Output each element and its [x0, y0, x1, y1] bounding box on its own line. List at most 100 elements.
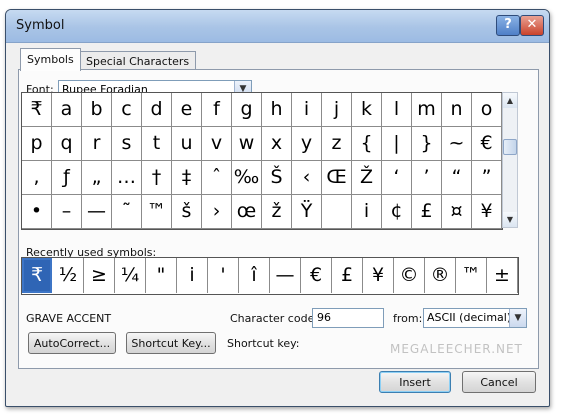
- character-code-field[interactable]: 96: [312, 308, 384, 328]
- symbol-cell[interactable]: “: [442, 161, 472, 195]
- symbol-cell[interactable]: b: [82, 93, 112, 127]
- symbol-cell[interactable]: o: [472, 93, 502, 127]
- symbol-cell[interactable]: v: [202, 127, 232, 161]
- recent-symbol-cell[interactable]: ©: [394, 258, 425, 293]
- symbol-cell[interactable]: €: [472, 127, 502, 161]
- scroll-thumb[interactable]: [503, 139, 517, 155]
- symbol-cell[interactable]: ˆ: [202, 161, 232, 195]
- symbol-cell[interactable]: d: [142, 93, 172, 127]
- symbol-cell[interactable]: ‹: [292, 161, 322, 195]
- symbol-cell[interactable]: c: [112, 93, 142, 127]
- recent-symbol-cell[interactable]: £: [332, 258, 363, 293]
- symbol-cell[interactable]: n: [442, 93, 472, 127]
- symbol-cell[interactable]: f: [202, 93, 232, 127]
- symbol-cell[interactable]: j: [322, 93, 352, 127]
- window-title: Symbol: [16, 18, 65, 33]
- recent-symbol-cell[interactable]: i: [177, 258, 208, 293]
- symbol-cell[interactable]: m: [412, 93, 442, 127]
- close-button[interactable]: ✕: [520, 15, 544, 36]
- symbol-cell[interactable]: ¤: [442, 195, 472, 229]
- symbol-cell[interactable]: ’: [412, 161, 442, 195]
- recent-symbol-cell[interactable]: ': [208, 258, 239, 293]
- symbol-cell[interactable]: £: [412, 195, 442, 229]
- tab-symbols[interactable]: Symbols: [20, 48, 81, 71]
- symbol-cell[interactable]: p: [22, 127, 52, 161]
- from-dropdown[interactable]: ASCII (decimal) ▼: [423, 308, 527, 328]
- recent-symbol-cell[interactable]: —: [270, 258, 301, 293]
- symbol-cell[interactable]: ™: [142, 195, 172, 229]
- scroll-up-icon[interactable]: ▲: [503, 93, 517, 108]
- insert-button[interactable]: Insert: [379, 371, 451, 393]
- symbol-cell[interactable]: a: [52, 93, 82, 127]
- symbol-cell[interactable]: œ: [232, 195, 262, 229]
- symbol-cell[interactable]: ₹: [22, 93, 52, 127]
- recent-symbol-cell[interactable]: €: [301, 258, 332, 293]
- title-bar[interactable]: Symbol ? ✕: [6, 10, 549, 43]
- symbol-cell[interactable]: ‡: [172, 161, 202, 195]
- recent-symbol-cell[interactable]: ¥: [363, 258, 394, 293]
- symbol-cell[interactable]: ˜: [112, 195, 142, 229]
- symbol-cell[interactable]: „: [82, 161, 112, 195]
- symbol-cell[interactable]: z: [322, 127, 352, 161]
- symbol-cell[interactable]: k: [352, 93, 382, 127]
- symbol-cell[interactable]: {: [352, 127, 382, 161]
- symbol-cell[interactable]: u: [172, 127, 202, 161]
- symbol-cell[interactable]: y: [292, 127, 322, 161]
- symbol-cell[interactable]: †: [142, 161, 172, 195]
- watermark: MEGALEECHER.NET: [390, 342, 523, 356]
- shortcut-key-button[interactable]: Shortcut Key...: [126, 332, 216, 354]
- symbol-cell[interactable]: s: [112, 127, 142, 161]
- symbol-cell[interactable]: t: [142, 127, 172, 161]
- symbol-cell[interactable]: e: [172, 93, 202, 127]
- recent-symbol-cell[interactable]: ≥: [84, 258, 115, 293]
- symbol-cell[interactable]: ”: [472, 161, 502, 195]
- symbol-cell[interactable]: …: [112, 161, 142, 195]
- symbol-cell[interactable]: g: [232, 93, 262, 127]
- symbol-cell[interactable]: ž: [262, 195, 292, 229]
- symbol-cell[interactable]: |: [382, 127, 412, 161]
- recent-symbol-cell[interactable]: ¼: [115, 258, 146, 293]
- symbol-cell[interactable]: ¢: [382, 195, 412, 229]
- autocorrect-button[interactable]: AutoCorrect...: [28, 332, 116, 354]
- symbol-cell[interactable]: w: [232, 127, 262, 161]
- symbol-cell[interactable]: Ÿ: [292, 195, 322, 229]
- symbol-cell[interactable]: Š: [262, 161, 292, 195]
- symbol-cell[interactable]: Ž: [352, 161, 382, 195]
- symbol-cell[interactable]: ›: [202, 195, 232, 229]
- symbol-cell[interactable]: h: [262, 93, 292, 127]
- scroll-down-icon[interactable]: ▼: [503, 212, 517, 227]
- symbol-cell[interactable]: •: [22, 195, 52, 229]
- symbol-cell[interactable]: ‘: [382, 161, 412, 195]
- symbol-cell[interactable]: q: [52, 127, 82, 161]
- symbol-cell[interactable]: –: [52, 195, 82, 229]
- symbol-cell[interactable]: ~: [442, 127, 472, 161]
- recent-symbol-cell[interactable]: ®: [425, 258, 456, 293]
- symbol-cell[interactable]: š: [172, 195, 202, 229]
- symbol-cell[interactable]: ƒ: [52, 161, 82, 195]
- symbol-grid-scrollbar[interactable]: ▲ ▼: [502, 92, 518, 228]
- cancel-button[interactable]: Cancel: [462, 371, 536, 393]
- tab-special-characters[interactable]: Special Characters: [79, 51, 197, 71]
- symbol-cell[interactable]: i: [292, 93, 322, 127]
- symbol-cell[interactable]: [322, 195, 352, 229]
- symbol-cell[interactable]: —: [82, 195, 112, 229]
- symbol-cell[interactable]: Œ: [322, 161, 352, 195]
- help-button[interactable]: ?: [496, 15, 520, 36]
- symbol-cell[interactable]: ,: [22, 161, 52, 195]
- recently-used-grid: ₹ ½ ≥ ¼ " i ' î — € £ ¥ © ® ™ ±: [21, 257, 519, 295]
- character-code-label: Character code:: [230, 312, 319, 325]
- chevron-down-icon[interactable]: ▼: [509, 309, 526, 327]
- symbol-cell[interactable]: l: [382, 93, 412, 127]
- symbol-cell[interactable]: i: [352, 195, 382, 229]
- symbol-cell[interactable]: ¥: [472, 195, 502, 229]
- recent-symbol-cell[interactable]: ": [146, 258, 177, 293]
- symbol-cell[interactable]: r: [82, 127, 112, 161]
- recent-symbol-cell[interactable]: ±: [487, 258, 518, 293]
- recent-symbol-cell[interactable]: ™: [456, 258, 487, 293]
- recent-symbol-cell[interactable]: ½: [53, 258, 84, 293]
- recent-symbol-cell[interactable]: î: [239, 258, 270, 293]
- recent-symbol-cell[interactable]: ₹: [22, 258, 52, 293]
- symbol-cell[interactable]: x: [262, 127, 292, 161]
- symbol-cell[interactable]: }: [412, 127, 442, 161]
- symbol-cell[interactable]: ‰: [232, 161, 262, 195]
